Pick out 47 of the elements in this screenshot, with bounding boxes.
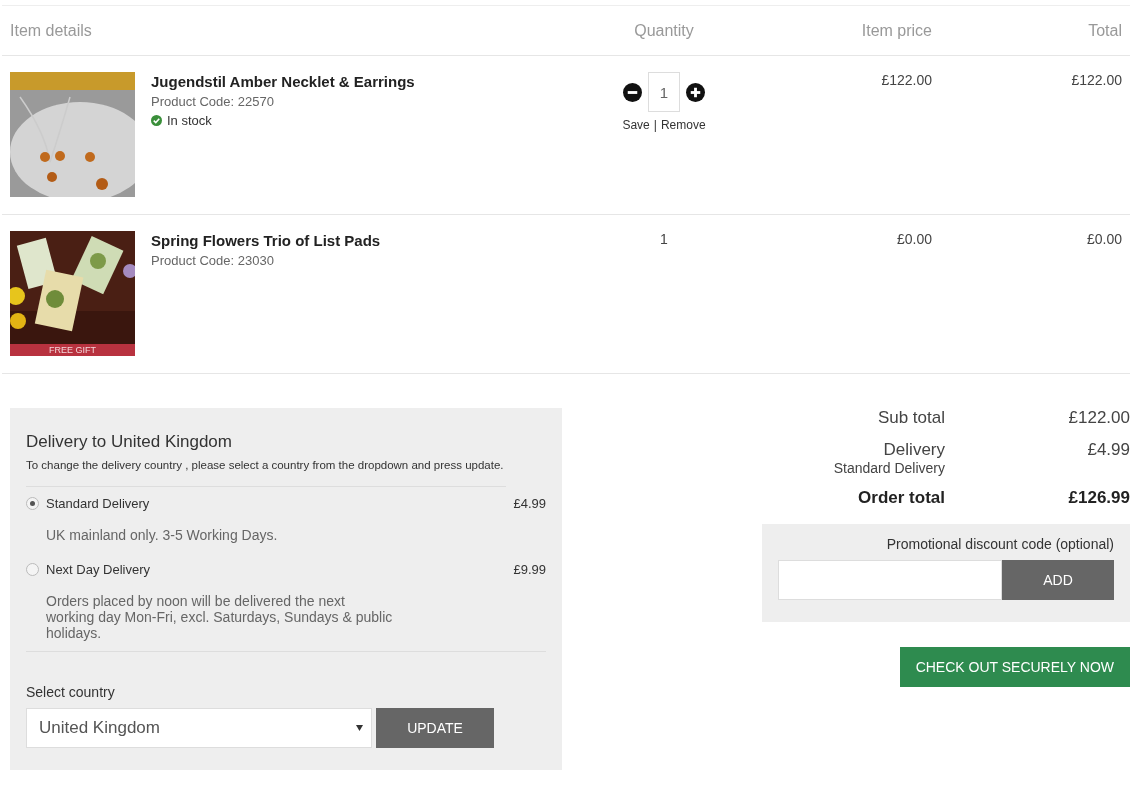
delivery-option-description: Orders placed by noon will be delivered the next working day Mon-Fri, excl. Saturdays, Sundays & public holidays. xyxy=(46,593,394,641)
product-code: Product Code: 22570 xyxy=(151,94,274,109)
update-button[interactable]: UPDATE xyxy=(376,708,494,748)
column-header: Item price xyxy=(728,5,940,56)
subtotal-label: Sub total xyxy=(877,408,945,428)
column-header: Item details xyxy=(2,5,600,56)
delivery-note: To change the delivery country , please select a country from the dropdown and press update. xyxy=(26,458,506,487)
stock-status: In stock xyxy=(167,113,212,128)
delivery-option-label: Next Day Delivery xyxy=(46,562,152,577)
minus-icon[interactable] xyxy=(623,82,642,102)
item-total: £122.00 xyxy=(1071,72,1122,88)
column-header: Total xyxy=(940,5,1130,56)
item-price: £0.00 xyxy=(896,231,932,247)
promo-label: Promotional discount code (optional) xyxy=(886,536,1114,552)
gift-badge: FREE GIFT xyxy=(10,344,135,356)
country-label: Select country xyxy=(26,684,116,700)
separator: | xyxy=(653,118,657,132)
quantity-value: 1 xyxy=(660,231,668,247)
radio-button[interactable] xyxy=(26,563,39,576)
check-circle-icon xyxy=(151,115,162,126)
plus-icon[interactable] xyxy=(686,82,705,102)
item-action-link[interactable]: Save xyxy=(622,118,650,132)
order-total-label: Order total xyxy=(858,488,945,508)
promo-code-field[interactable] xyxy=(778,560,1002,600)
caret-icon xyxy=(356,725,363,731)
product-code: Product Code: 23030 xyxy=(151,253,274,268)
subtotal-value: £122.00 xyxy=(1067,408,1130,428)
product-name: Jugendstil Amber Necklet & Earrings xyxy=(151,73,415,90)
delivery-option-description: UK mainland only. 3-5 Working Days. xyxy=(46,527,279,543)
delivery-value: £4.99 xyxy=(1086,440,1130,461)
product-name: Spring Flowers Trio of List Pads xyxy=(151,232,381,249)
country-select[interactable]: United Kingdom xyxy=(26,708,372,748)
delivery-option-price: £9.99 xyxy=(513,562,546,577)
item-action-link[interactable]: Remove xyxy=(660,118,706,132)
delivery-option-label: Standard Delivery xyxy=(46,496,151,511)
delivery-title: Delivery to United Kingdom xyxy=(26,432,233,452)
radio-button[interactable] xyxy=(26,497,39,510)
column-header: Quantity xyxy=(600,5,728,56)
item-price: £122.00 xyxy=(881,72,932,88)
order-total-value: £126.99 xyxy=(1067,488,1130,508)
delivery-option-price: £4.99 xyxy=(513,496,546,511)
delivery-label: Delivery xyxy=(883,440,945,460)
delivery-method: Standard Delivery xyxy=(833,460,945,476)
add-button[interactable]: ADD xyxy=(1002,560,1114,600)
item-total: £0.00 xyxy=(1086,231,1122,247)
quantity-field[interactable]: 1 xyxy=(648,72,680,112)
checkout-button[interactable]: CHECK OUT SECURELY NOW xyxy=(899,647,1130,687)
